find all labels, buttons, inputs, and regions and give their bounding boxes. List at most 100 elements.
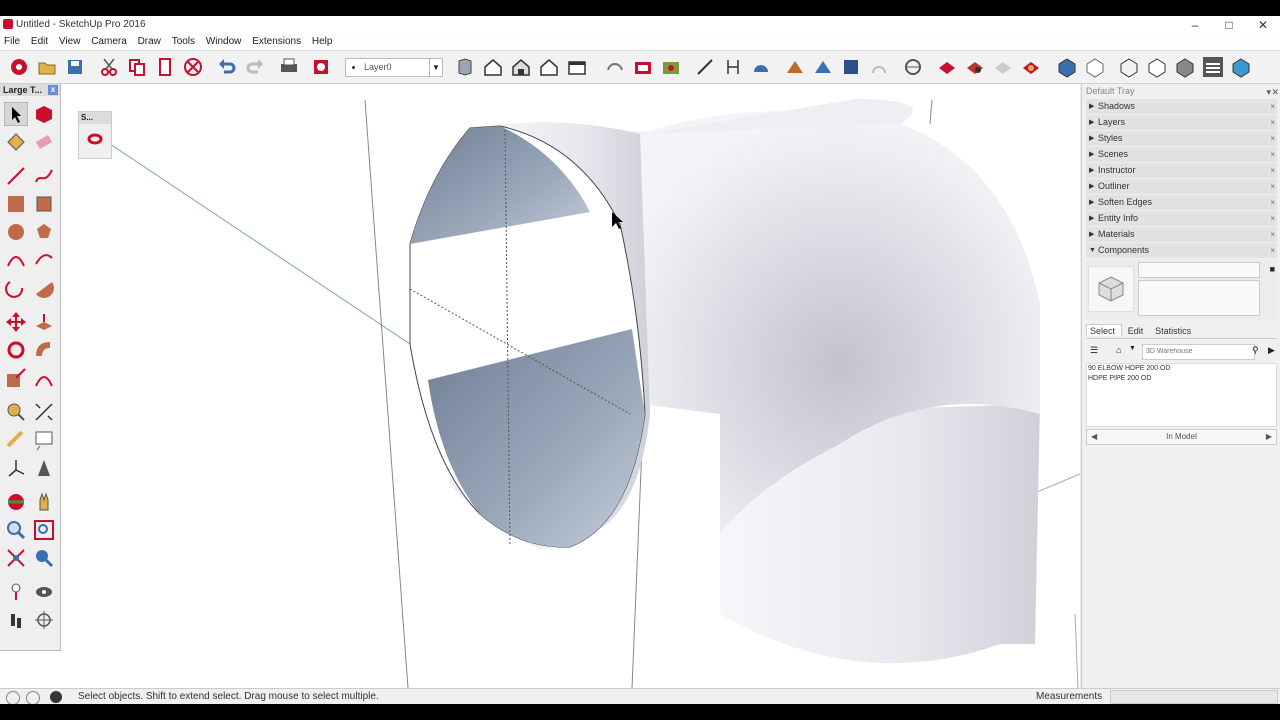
close-icon[interactable]: × xyxy=(1270,227,1275,242)
rotate-icon[interactable] xyxy=(4,338,28,362)
tray-panel-materials[interactable]: ▶ Materials × xyxy=(1086,227,1277,242)
two-point-arc-icon[interactable] xyxy=(32,248,56,272)
menu-help[interactable]: Help xyxy=(308,34,337,47)
menu-camera[interactable]: Camera xyxy=(87,34,131,47)
smoove-icon[interactable] xyxy=(812,56,834,78)
erase-icon[interactable] xyxy=(182,56,204,78)
user-account-icon[interactable] xyxy=(50,691,62,703)
protractor-tool-icon[interactable] xyxy=(4,428,28,452)
home-icon[interactable]: ⌂ xyxy=(1116,345,1121,355)
follow-me-icon[interactable] xyxy=(32,338,56,362)
offset-icon[interactable] xyxy=(32,366,56,390)
large-toolset-header[interactable]: Large T... x xyxy=(0,84,60,96)
undo-icon[interactable] xyxy=(216,56,238,78)
pan-tool-icon[interactable] xyxy=(32,490,56,514)
dimension-icon[interactable] xyxy=(722,56,744,78)
navigate-back-icon[interactable]: ◀ xyxy=(1091,430,1097,444)
sandbox-icon[interactable] xyxy=(784,56,806,78)
menu-draw[interactable]: Draw xyxy=(134,34,165,47)
tape-measure-icon[interactable] xyxy=(4,400,28,424)
search-icon[interactable]: ⚲ xyxy=(1252,345,1259,356)
tray-panel-layers[interactable]: ▶ Layers × xyxy=(1086,115,1277,130)
lock-icon[interactable]: ■ xyxy=(1270,264,1275,274)
pie-icon[interactable] xyxy=(32,276,56,300)
close-icon[interactable]: × xyxy=(1270,211,1275,226)
protractor-icon[interactable] xyxy=(750,56,772,78)
tray-panel-shadows[interactable]: ▶ Shadows × xyxy=(1086,99,1277,114)
zoom-extents-icon[interactable] xyxy=(4,546,28,570)
make-component-icon[interactable] xyxy=(32,102,56,126)
orbit-icon[interactable] xyxy=(604,56,626,78)
view-back-icon[interactable] xyxy=(566,56,588,78)
component-name-field[interactable] xyxy=(1138,262,1260,278)
dimension-tool-icon[interactable] xyxy=(32,400,56,424)
orbit-tool-icon[interactable] xyxy=(4,490,28,514)
close-button[interactable]: ✕ xyxy=(1246,16,1280,34)
extension-warehouse-icon[interactable] xyxy=(660,56,682,78)
intersect-icon[interactable] xyxy=(964,56,986,78)
style-shaded-icon[interactable] xyxy=(1174,56,1196,78)
tab-edit[interactable]: Edit xyxy=(1125,325,1150,336)
line-icon[interactable] xyxy=(4,164,28,188)
three-point-arc-icon[interactable] xyxy=(4,276,28,300)
tray-panel-outliner[interactable]: ▶ Outliner × xyxy=(1086,179,1277,194)
ring-icon[interactable] xyxy=(86,130,104,148)
circle-icon[interactable] xyxy=(4,220,28,244)
eraser-icon[interactable] xyxy=(32,130,56,154)
cut-icon[interactable] xyxy=(98,56,120,78)
close-icon[interactable]: × xyxy=(1270,115,1275,130)
tray-panel-instructor[interactable]: ▶ Instructor × xyxy=(1086,163,1277,178)
menu-extensions[interactable]: Extensions xyxy=(248,34,305,47)
close-icon[interactable]: × xyxy=(1270,163,1275,178)
menu-file[interactable]: File xyxy=(0,34,24,47)
style-wireframe-icon[interactable] xyxy=(1118,56,1140,78)
rectangle-icon[interactable] xyxy=(4,192,28,216)
move-icon[interactable] xyxy=(4,310,28,334)
model-canvas[interactable] xyxy=(0,84,1080,688)
outer-shell-icon[interactable] xyxy=(936,56,958,78)
model-info-icon[interactable] xyxy=(310,56,332,78)
close-icon[interactable]: × xyxy=(1270,131,1275,146)
menu-tools[interactable]: Tools xyxy=(168,34,199,47)
style-shaded-textures-icon[interactable] xyxy=(1202,56,1224,78)
redo-icon[interactable] xyxy=(244,56,266,78)
chevron-down-icon[interactable]: ▼ xyxy=(1129,345,1136,352)
style-back-edges-icon[interactable] xyxy=(1084,56,1106,78)
chevron-down-icon[interactable]: ▼ xyxy=(429,59,442,76)
previous-view-icon[interactable] xyxy=(32,546,56,570)
stamp-icon[interactable] xyxy=(840,56,862,78)
select-arrow-icon[interactable] xyxy=(4,102,28,126)
close-icon[interactable]: ✕ xyxy=(1271,85,1279,99)
line-tool-icon[interactable] xyxy=(694,56,716,78)
freehand-icon[interactable] xyxy=(32,164,56,188)
tray-panel-soften-edges[interactable]: ▶ Soften Edges × xyxy=(1086,195,1277,210)
open-icon[interactable] xyxy=(36,56,58,78)
view-right-icon[interactable] xyxy=(538,56,560,78)
push-pull-icon[interactable] xyxy=(32,310,56,334)
maximize-button[interactable]: □ xyxy=(1212,16,1246,34)
tray-panel-entity-info[interactable]: ▶ Entity Info × xyxy=(1086,211,1277,226)
axes-tool-icon[interactable] xyxy=(4,456,28,480)
section-plane-icon[interactable] xyxy=(32,608,56,632)
floating-toolbar-header[interactable]: S... xyxy=(79,112,111,124)
list-item[interactable]: 90 ELBOW HDPE 200 OD xyxy=(1087,364,1276,374)
paint-bucket-icon[interactable] xyxy=(4,130,28,154)
3d-text-icon[interactable] xyxy=(32,456,56,480)
close-icon[interactable]: × xyxy=(1270,195,1275,210)
drape-icon[interactable] xyxy=(868,56,890,78)
credits-icon[interactable] xyxy=(26,691,40,704)
look-around-icon[interactable] xyxy=(32,580,56,604)
close-icon[interactable]: × xyxy=(1270,147,1275,162)
details-arrow-icon[interactable]: ▶ xyxy=(1268,345,1275,356)
zoom-window-icon[interactable] xyxy=(32,518,56,542)
close-icon[interactable]: × xyxy=(1270,243,1275,258)
drawing-viewport[interactable] xyxy=(0,84,1080,688)
tab-select[interactable]: Select xyxy=(1086,324,1123,336)
tray-panel-styles[interactable]: ▶ Styles × xyxy=(1086,131,1277,146)
component-description-field[interactable] xyxy=(1138,280,1260,316)
text-tool-icon[interactable] xyxy=(32,428,56,452)
menu-edit[interactable]: Edit xyxy=(27,34,52,47)
warehouse-icon[interactable] xyxy=(632,56,654,78)
close-icon[interactable]: x xyxy=(48,85,58,95)
rotated-rectangle-icon[interactable] xyxy=(32,192,56,216)
